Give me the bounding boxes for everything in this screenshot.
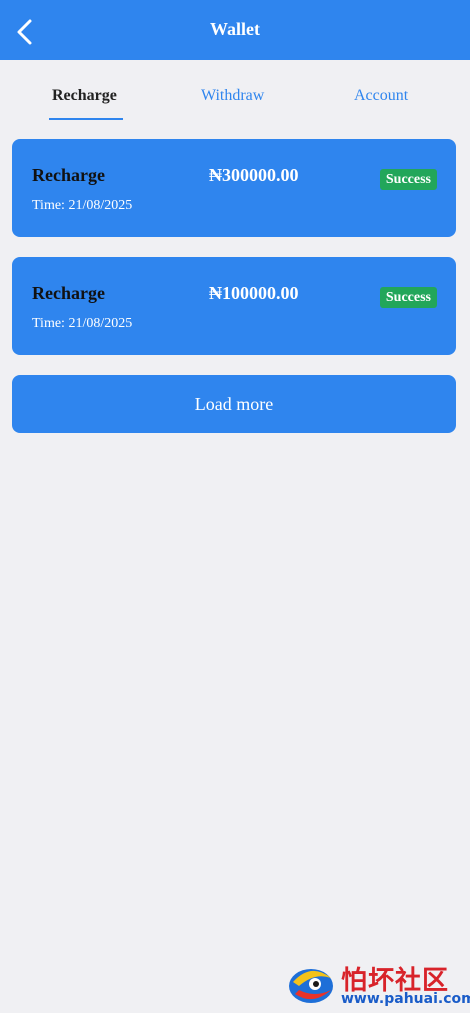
transaction-card: Recharge ₦300000.00 Time: 21/08/2025 Suc…: [12, 139, 456, 237]
app-header: Wallet: [0, 0, 470, 60]
transaction-type: Recharge: [32, 283, 105, 303]
watermark: 怕坏社区 www.pahuai.com: [285, 958, 470, 1010]
tab-account[interactable]: Account: [354, 87, 408, 105]
transaction-amount: ₦100000.00: [209, 283, 299, 303]
transaction-time: Time: 21/08/2025: [32, 198, 133, 213]
active-tab-indicator: [49, 118, 123, 120]
load-more-button[interactable]: Load more: [12, 375, 456, 433]
transaction-type: Recharge: [32, 165, 105, 185]
status-badge: Success: [379, 287, 437, 308]
tab-bar: Recharge Withdraw Account: [0, 60, 470, 122]
transaction-card: Recharge ₦100000.00 Time: 21/08/2025 Suc…: [12, 257, 456, 355]
page-title: Wallet: [210, 19, 260, 39]
tab-withdraw[interactable]: Withdraw: [201, 87, 264, 105]
transaction-time: Time: 21/08/2025: [32, 316, 133, 331]
watermark-url: www.pahuai.com: [341, 991, 470, 1007]
watermark-logo-icon: [289, 969, 333, 1003]
tab-recharge[interactable]: Recharge: [52, 87, 117, 105]
transaction-amount: ₦300000.00: [209, 165, 299, 185]
status-badge: Success: [379, 169, 437, 190]
